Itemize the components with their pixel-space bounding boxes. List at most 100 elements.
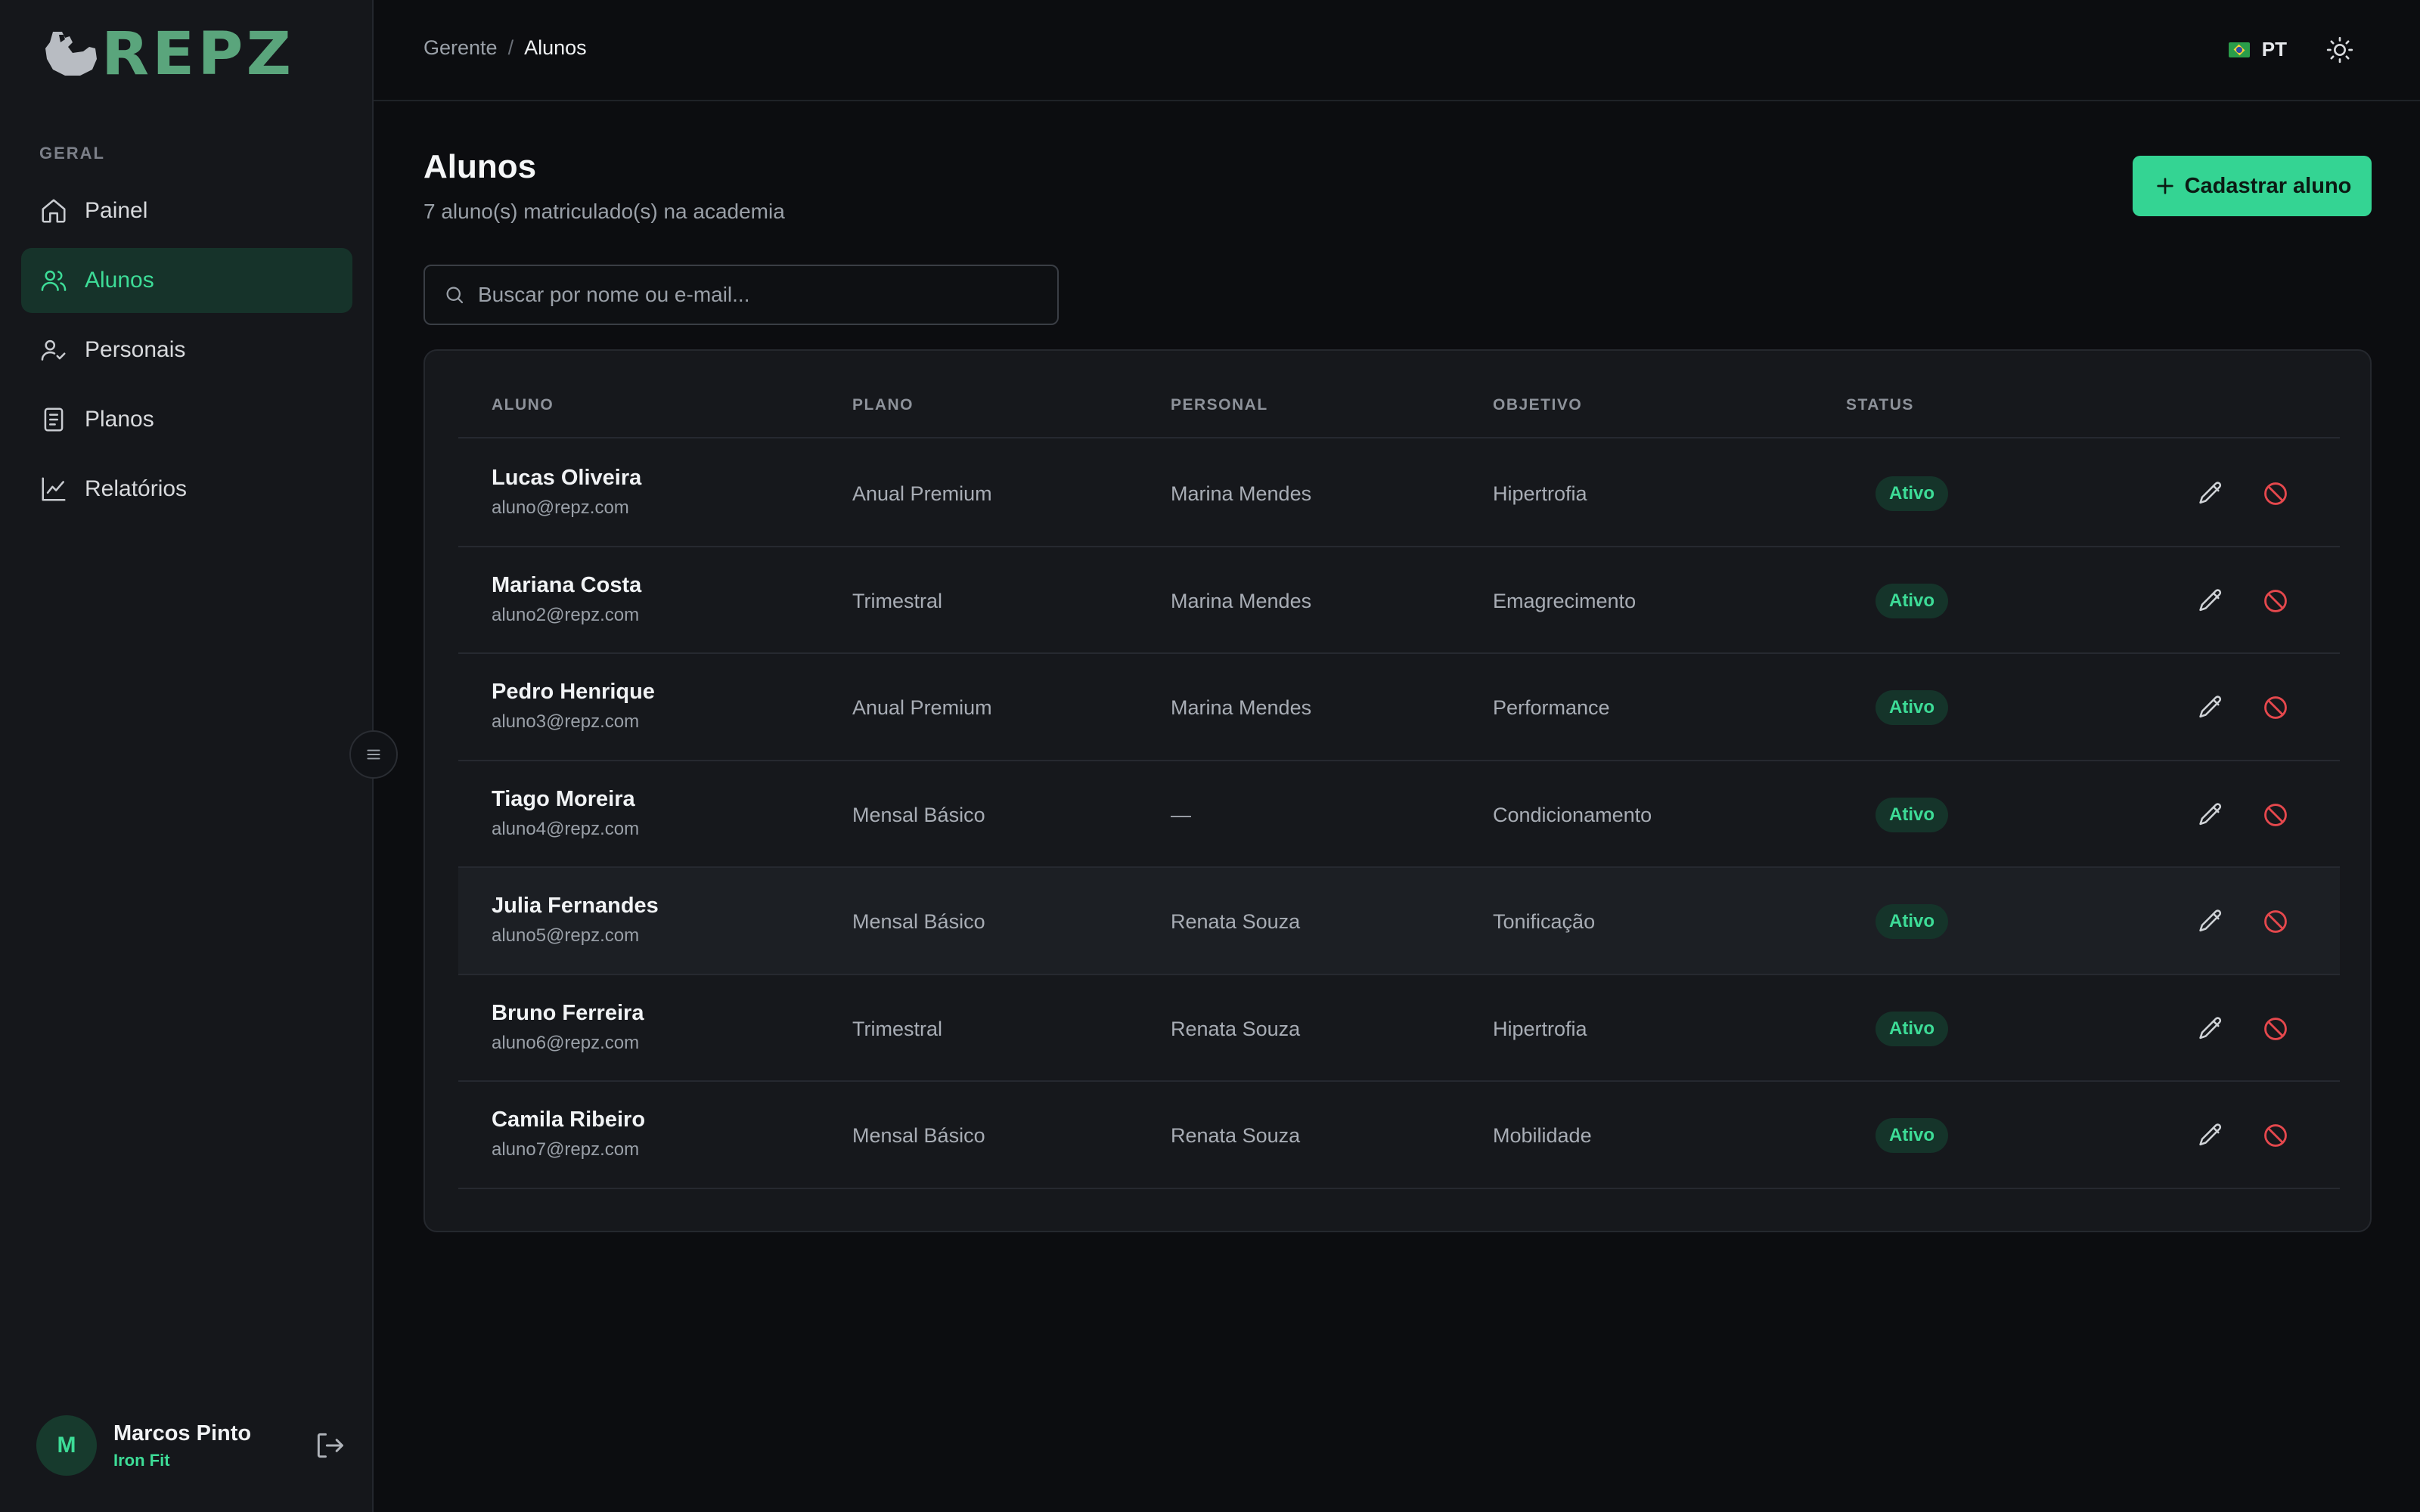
logo-text: REPZ [101,20,295,88]
table-row[interactable]: Mariana Costa aluno2@repz.com Trimestral… [458,547,2340,654]
student-goal: Mobilidade [1493,1124,1592,1147]
student-personal: Renata Souza [1171,1124,1301,1147]
student-plan: Mensal Básico [852,1124,985,1147]
sidebar-item-planos[interactable]: Planos [21,387,352,452]
student-personal: Marina Mendes [1171,589,1312,612]
add-student-button[interactable]: Cadastrar aluno [2133,156,2372,216]
sidebar-item-label: Relatórios [85,476,188,501]
logout-icon[interactable] [313,1429,346,1462]
student-plan: Anual Premium [852,696,992,719]
student-name: Pedro Henrique [492,680,655,704]
search-input[interactable] [478,283,1053,307]
column-header-personal[interactable]: PERSONAL [1171,396,1268,414]
block-icon[interactable] [2261,1015,2290,1043]
column-header-status[interactable]: STATUS [1846,396,1914,414]
student-email: aluno5@repz.com [492,925,640,946]
edit-pencil-icon[interactable] [2196,587,2225,615]
student-goal: Hipertrofia [1493,1017,1587,1040]
student-email: aluno7@repz.com [492,1139,640,1160]
flexed-arm-icon [45,32,97,76]
breadcrumb-current: Alunos [524,36,587,59]
student-plan: Trimestral [852,589,942,612]
status-badge: Ativo [1876,797,1948,832]
table-row[interactable]: Lucas Oliveira aluno@repz.com Anual Prem… [458,440,2340,547]
breadcrumb-parent[interactable]: Gerente [424,36,498,60]
edit-pencil-icon[interactable] [2196,693,2225,722]
table-row[interactable]: Tiago Moreira aluno4@repz.com Mensal Bás… [458,761,2340,868]
student-email: aluno2@repz.com [492,604,640,625]
block-icon[interactable] [2261,801,2290,829]
sun-icon[interactable] [2325,35,2355,65]
user-gym: Iron Fit [113,1450,170,1470]
add-student-label: Cadastrar aluno [2184,173,2352,198]
student-email: aluno4@repz.com [492,818,640,839]
student-personal: — [1171,803,1191,826]
table-row[interactable]: Bruno Ferreira aluno6@repz.com Trimestra… [458,975,2340,1082]
table-header: ALUNO PLANO PERSONAL OBJETIVO STATUS [458,396,2340,438]
sidebar-item-relatorios[interactable]: Relatórios [21,457,352,522]
edit-pencil-icon[interactable] [2196,479,2225,508]
status-badge: Ativo [1876,1118,1948,1153]
student-name: Bruno Ferreira [492,1000,644,1025]
brazil-flag-icon [2228,42,2250,57]
repz-logo[interactable]: REPZ [42,25,291,84]
search-box [424,265,1059,325]
nav-section-label: GERAL [39,144,105,163]
breadcrumb: Gerente / Alunos [424,36,587,60]
sidebar-item-painel[interactable]: Painel [21,178,352,243]
user-check-icon [41,339,66,361]
status-badge: Ativo [1876,1011,1948,1046]
edit-pencil-icon[interactable] [2196,907,2225,936]
topbar: Gerente / Alunos PT [374,0,2420,101]
status-badge: Ativo [1876,904,1948,939]
student-email: aluno3@repz.com [492,711,640,732]
edit-pencil-icon[interactable] [2196,801,2225,829]
student-personal: Renata Souza [1171,910,1301,933]
edit-pencil-icon[interactable] [2196,1015,2225,1043]
block-icon[interactable] [2261,479,2290,508]
sidebar-collapse-button[interactable] [349,730,398,779]
document-icon [44,407,64,432]
column-header-objetivo[interactable]: OBJETIVO [1493,396,1582,414]
table-row[interactable]: Pedro Henrique aluno3@repz.com Anual Pre… [458,654,2340,761]
sidebar-item-personais[interactable]: Personais [21,318,352,383]
student-name: Lucas Oliveira [492,466,642,490]
plus-icon [2156,178,2173,194]
users-icon [41,270,67,291]
sidebar-item-label: Painel [85,198,148,223]
user-profile: M Marcos Pinto Iron Fit [36,1415,346,1476]
sidebar-nav: Painel Alunos Personais Planos Relatório… [21,178,352,526]
block-icon[interactable] [2261,907,2290,936]
language-code: PT [2261,38,2287,60]
page-subtitle: 7 aluno(s) matriculado(s) na academia [424,200,785,223]
students-table: ALUNO PLANO PERSONAL OBJETIVO STATUS Luc… [424,349,2372,1232]
edit-pencil-icon[interactable] [2196,1121,2225,1150]
breadcrumb-separator: / [507,36,514,59]
student-plan: Trimestral [852,1017,942,1040]
student-name: Julia Fernandes [492,894,659,918]
avatar[interactable]: M [36,1415,97,1476]
block-icon[interactable] [2261,1121,2290,1150]
student-plan: Mensal Básico [852,803,985,826]
table-body: Lucas Oliveira aluno@repz.com Anual Prem… [458,440,2340,1189]
sidebar: REPZ GERAL Painel Alunos Personais Plano… [0,0,374,1512]
student-goal: Emagrecimento [1493,589,1637,612]
student-name: Tiago Moreira [492,786,635,811]
student-personal: Renata Souza [1171,1017,1301,1040]
language-selector[interactable]: PT [2228,38,2287,61]
student-goal: Condicionamento [1493,803,1652,826]
block-icon[interactable] [2261,587,2290,615]
menu-icon [367,749,380,760]
sidebar-item-alunos[interactable]: Alunos [21,248,352,313]
table-row[interactable]: Camila Ribeiro aluno7@repz.com Mensal Bá… [458,1082,2340,1189]
column-header-aluno[interactable]: ALUNO [492,396,554,414]
student-name: Mariana Costa [492,572,642,597]
status-badge: Ativo [1876,583,1948,618]
student-personal: Marina Mendes [1171,482,1312,505]
block-icon[interactable] [2261,693,2290,722]
search-icon [446,287,464,304]
table-row[interactable]: Julia Fernandes aluno5@repz.com Mensal B… [458,868,2340,975]
column-header-plano[interactable]: PLANO [852,396,914,414]
home-icon [42,199,66,223]
sidebar-item-label: Planos [85,407,154,432]
